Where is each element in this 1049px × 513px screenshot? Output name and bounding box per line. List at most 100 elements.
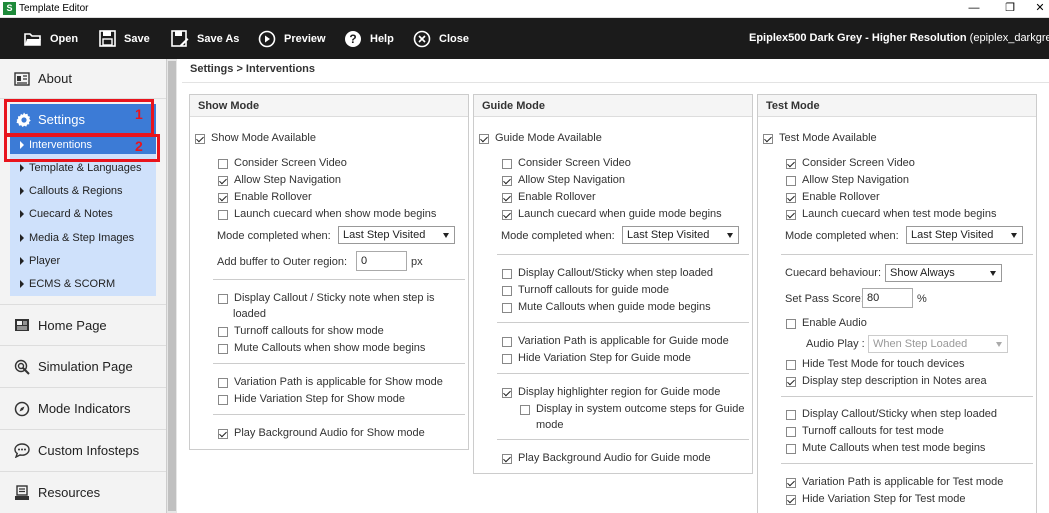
checkbox[interactable] <box>502 269 512 279</box>
checkbox[interactable] <box>786 159 796 169</box>
checkbox[interactable] <box>502 193 512 203</box>
show-launch-cuecard[interactable]: Launch cuecard when show mode begins <box>218 208 436 221</box>
checkbox[interactable] <box>218 193 228 203</box>
test-enable-audio[interactable]: Enable Audio <box>786 317 867 330</box>
sidebar-sub-callouts-regions[interactable]: Callouts & Regions <box>10 179 156 202</box>
test-launch-cuecard[interactable]: Launch cuecard when test mode begins <box>786 208 996 221</box>
guide-consider-video[interactable]: Consider Screen Video <box>502 157 631 170</box>
show-variation-path[interactable]: Variation Path is applicable for Show mo… <box>218 376 443 389</box>
test-display-callout[interactable]: Display Callout/Sticky when step loaded <box>786 408 997 421</box>
test-turnoff-callouts[interactable]: Turnoff callouts for test mode <box>786 425 944 438</box>
show-display-callout[interactable]: Display Callout / Sticky note when step … <box>218 292 435 305</box>
test-allow-nav[interactable]: Allow Step Navigation <box>786 174 909 187</box>
sidebar-item-about[interactable]: About <box>0 59 166 99</box>
sidebar-scrollbar[interactable] <box>166 59 177 513</box>
guide-play-audio[interactable]: Play Background Audio for Guide mode <box>502 452 711 465</box>
guide-display-system[interactable]: Display in system outcome steps for Guid… <box>520 403 744 416</box>
test-variation-path[interactable]: Variation Path is applicable for Test mo… <box>786 476 1003 489</box>
show-enable-rollover[interactable]: Enable Rollover <box>218 191 312 204</box>
checkbox[interactable] <box>786 176 796 186</box>
checkbox[interactable] <box>218 344 228 354</box>
checkbox[interactable] <box>786 360 796 370</box>
checkbox[interactable] <box>502 159 512 169</box>
checkbox[interactable] <box>786 427 796 437</box>
checkbox[interactable] <box>786 444 796 454</box>
guide-allow-nav[interactable]: Allow Step Navigation <box>502 174 625 187</box>
sidebar-item-resources[interactable]: Resources <box>0 472 166 513</box>
sidebar-sub-player[interactable]: Player <box>10 249 156 272</box>
checkbox[interactable] <box>502 286 512 296</box>
checkbox[interactable] <box>786 210 796 220</box>
save-button[interactable]: Save <box>99 18 150 59</box>
sidebar-item-simulation-page[interactable]: Simulation Page <box>0 346 166 388</box>
show-turnoff-callouts[interactable]: Turnoff callouts for show mode <box>218 325 384 338</box>
test-display-step-desc[interactable]: Display step description in Notes area <box>786 375 987 388</box>
checkbox[interactable] <box>218 327 228 337</box>
scrollbar-thumb[interactable] <box>168 61 176 511</box>
guide-hide-variation[interactable]: Hide Variation Step for Guide mode <box>502 352 691 365</box>
checkbox[interactable] <box>195 134 205 144</box>
window-close-button[interactable]: ✕ <box>1028 1 1049 16</box>
show-allow-nav[interactable]: Allow Step Navigation <box>218 174 341 187</box>
checkbox[interactable] <box>218 159 228 169</box>
save-as-button[interactable]: Save As <box>171 18 239 59</box>
checkbox[interactable] <box>502 454 512 464</box>
checkbox[interactable] <box>218 294 228 304</box>
checkbox[interactable] <box>218 378 228 388</box>
guide-mode-available[interactable]: Guide Mode Available <box>479 132 602 145</box>
test-hide-variation[interactable]: Hide Variation Step for Test mode <box>786 493 965 506</box>
guide-enable-rollover[interactable]: Enable Rollover <box>502 191 596 204</box>
checkbox[interactable] <box>218 210 228 220</box>
guide-turnoff-callouts[interactable]: Turnoff callouts for guide mode <box>502 284 669 297</box>
sidebar-sub-cuecard-notes[interactable]: Cuecard & Notes <box>10 202 156 225</box>
test-pass-score-input[interactable]: 80 <box>862 288 913 308</box>
guide-mode-completed-select[interactable]: Last Step Visited <box>622 226 739 244</box>
checkbox[interactable] <box>218 429 228 439</box>
checkbox[interactable] <box>786 495 796 505</box>
guide-launch-cuecard[interactable]: Launch cuecard when guide mode begins <box>502 208 722 221</box>
guide-display-callout[interactable]: Display Callout/Sticky when step loaded <box>502 267 713 280</box>
test-audio-play-select[interactable]: When Step Loaded <box>868 335 1008 353</box>
test-hide-touch[interactable]: Hide Test Mode for touch devices <box>786 358 964 371</box>
sidebar-item-custom-infosteps[interactable]: Custom Infosteps <box>0 430 166 472</box>
checkbox[interactable] <box>786 193 796 203</box>
test-mode-available[interactable]: Test Mode Available <box>763 132 877 145</box>
guide-variation-path[interactable]: Variation Path is applicable for Guide m… <box>502 335 729 348</box>
sidebar-sub-ecms-scorm[interactable]: ECMS & SCORM <box>10 272 156 295</box>
sidebar-item-home-page[interactable]: Home Page <box>0 304 166 346</box>
checkbox[interactable] <box>502 303 512 313</box>
test-cuecard-select[interactable]: Show Always <box>885 264 1002 282</box>
checkbox[interactable] <box>502 388 512 398</box>
checkbox[interactable] <box>502 176 512 186</box>
help-button[interactable]: ? Help <box>344 18 394 59</box>
show-mode-completed-select[interactable]: Last Step Visited <box>338 226 455 244</box>
checkbox[interactable] <box>502 337 512 347</box>
checkbox[interactable] <box>502 210 512 220</box>
checkbox[interactable] <box>502 354 512 364</box>
checkbox[interactable] <box>763 134 773 144</box>
test-consider-video[interactable]: Consider Screen Video <box>786 157 915 170</box>
sidebar-item-mode-indicators[interactable]: Mode Indicators <box>0 388 166 430</box>
close-button[interactable]: Close <box>413 18 469 59</box>
open-button[interactable]: Open <box>24 18 78 59</box>
checkbox[interactable] <box>786 377 796 387</box>
show-hide-variation[interactable]: Hide Variation Step for Show mode <box>218 393 405 406</box>
show-mute-callouts[interactable]: Mute Callouts when show mode begins <box>218 342 425 355</box>
show-mode-available[interactable]: Show Mode Available <box>195 132 316 145</box>
guide-display-highlighter[interactable]: Display highlighter region for Guide mod… <box>502 386 720 399</box>
show-play-audio[interactable]: Play Background Audio for Show mode <box>218 427 425 440</box>
sidebar-sub-media-step-images[interactable]: Media & Step Images <box>10 226 156 249</box>
show-buffer-input[interactable]: 0 <box>356 251 407 271</box>
test-mode-completed-select[interactable]: Last Step Visited <box>906 226 1023 244</box>
checkbox[interactable] <box>520 405 530 415</box>
checkbox[interactable] <box>218 395 228 405</box>
checkbox[interactable] <box>479 134 489 144</box>
checkbox[interactable] <box>218 176 228 186</box>
checkbox[interactable] <box>786 319 796 329</box>
preview-button[interactable]: Preview <box>258 18 326 59</box>
restore-button[interactable]: ❐ <box>998 1 1022 16</box>
minimize-button[interactable]: — <box>962 1 986 16</box>
test-enable-rollover[interactable]: Enable Rollover <box>786 191 880 204</box>
checkbox[interactable] <box>786 478 796 488</box>
checkbox[interactable] <box>786 410 796 420</box>
